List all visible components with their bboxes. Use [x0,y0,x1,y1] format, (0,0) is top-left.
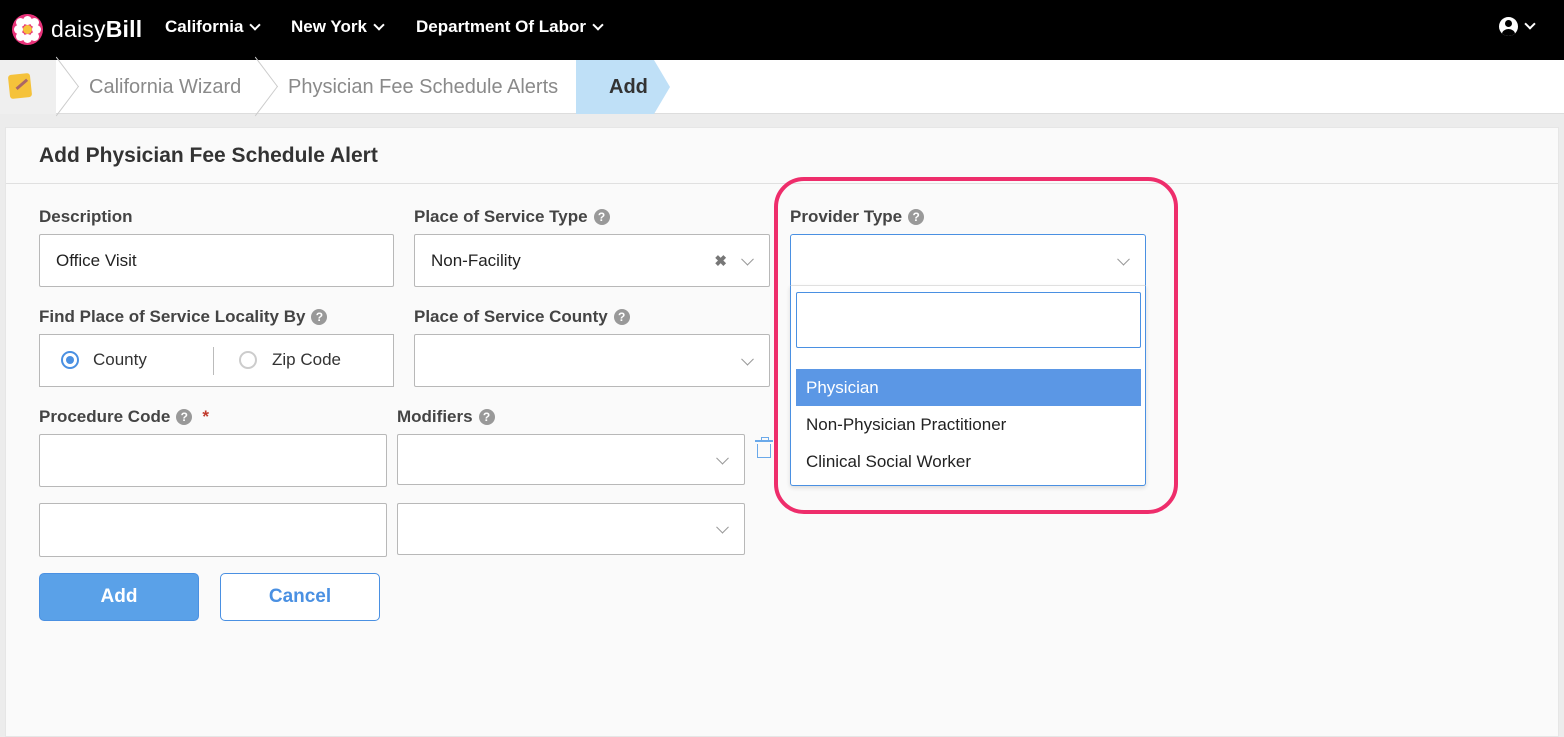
trash-icon[interactable] [755,437,773,458]
chevron-down-icon [592,18,604,31]
procedure-code-label: Procedure Code ? * [39,407,209,426]
modifiers-label: Modifiers ? [397,407,495,427]
find-locality-label: Find Place of Service Locality By ? [39,307,328,327]
add-button[interactable]: Add [39,573,199,621]
nav-california-label: California [165,17,244,36]
nav-department-of-labor[interactable]: Department Of Labor [416,17,604,37]
help-icon[interactable]: ? [478,409,495,425]
place-of-service-type-label: Place of Service Type ? [414,207,610,227]
place-of-service-county-label: Place of Service County ? [414,307,630,327]
note-icon [7,72,33,100]
description-label: Description [39,207,133,226]
chevron-down-icon [1524,18,1536,30]
breadcrumb-separator [56,60,76,114]
top-navbar: daisyBill California New York Department… [0,0,1564,60]
daisy-logo-icon [12,13,43,45]
chevron-down-icon [741,352,754,366]
nav-dol-label: Department Of Labor [416,17,587,36]
help-icon[interactable]: ? [613,309,630,325]
chevron-down-icon [716,520,729,534]
chevron-down-icon [373,18,385,31]
breadcrumb-current-label: Add [609,76,648,98]
brand-name: daisyBill [51,15,143,42]
breadcrumb-current: Add [576,60,670,114]
breadcrumb-separator [255,60,275,114]
nav-california[interactable]: California [165,17,262,37]
page-title: Add Physician Fee Schedule Alert [39,144,378,167]
description-input[interactable]: Office Visit [39,234,394,287]
procedure-code-input-2[interactable] [39,503,387,557]
county-radio-label[interactable]: County [93,350,147,370]
breadcrumb-fee-schedule-alerts[interactable]: Physician Fee Schedule Alerts [288,60,558,114]
modifiers-select-2[interactable] [397,503,745,555]
nav-new-york-label: New York [291,17,367,36]
user-circle-icon [1499,17,1518,36]
chevron-down-icon [249,18,262,31]
clear-icon[interactable]: ✖ [714,252,727,270]
procedure-code-input-1[interactable] [39,434,387,487]
cancel-button[interactable]: Cancel [220,573,380,621]
user-menu[interactable] [1499,17,1536,36]
county-radio[interactable] [61,351,79,369]
brand-logo[interactable]: daisyBill [12,12,142,46]
panel-header: Add Physician Fee Schedule Alert [6,128,1558,184]
help-icon[interactable]: ? [311,309,328,325]
breadcrumb-california-wizard[interactable]: California Wizard [89,60,241,114]
required-marker: * [202,407,209,426]
highlight-annotation [774,177,1178,514]
find-locality-radio-group: County Zip Code [39,334,394,387]
zip-code-radio-label[interactable]: Zip Code [272,350,341,370]
chevron-down-icon [741,252,754,266]
breadcrumb: California Wizard Physician Fee Schedule… [0,60,1564,114]
help-icon[interactable]: ? [176,409,193,425]
chevron-down-icon [716,451,729,465]
place-of-service-type-select[interactable]: Non-Facility ✖ [414,234,770,287]
help-icon[interactable]: ? [593,209,610,225]
nav-new-york[interactable]: New York [291,17,385,37]
zip-code-radio[interactable] [239,351,257,369]
divider [213,347,214,375]
place-of-service-county-select[interactable] [414,334,770,387]
modifiers-select-1[interactable] [397,434,745,485]
